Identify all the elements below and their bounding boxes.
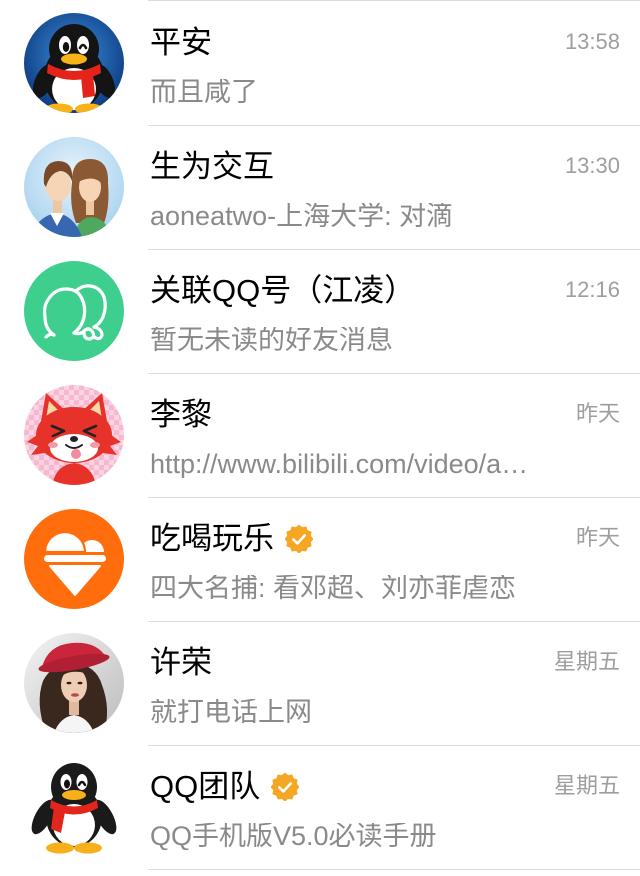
conversation-title: 生为交互: [150, 151, 274, 182]
contact-name: 吃喝玩乐: [150, 521, 274, 556]
message-preview: http://www.bilibili.com/video/a…: [150, 451, 529, 478]
message-preview: 暂无未读的好友消息: [150, 327, 393, 354]
linked-accounts-icon: [24, 261, 124, 361]
conversation-row[interactable]: 关联QQ号（江凌） 12:16 暂无未读的好友消息: [0, 250, 640, 374]
avatar[interactable]: [24, 261, 124, 361]
avatar[interactable]: [24, 757, 124, 857]
message-preview: 就打电话上网: [150, 699, 312, 726]
message-preview: 而且咸了: [150, 79, 258, 106]
conversation-list[interactable]: 平安 13:58 而且咸了 生为交互 13:30 aoneatwo-上海大学: …: [0, 2, 640, 870]
conversation-row[interactable]: 生为交互 13:30 aoneatwo-上海大学: 对滴: [0, 126, 640, 250]
message-time: 12:16: [564, 277, 620, 302]
avatar[interactable]: [24, 509, 124, 609]
conversation-row[interactable]: 吃喝玩乐 昨天 四大名捕: 看邓超、刘亦菲虐恋: [0, 498, 640, 622]
conversation-row[interactable]: 许荣 星期五 就打电话上网: [0, 622, 640, 746]
woman-red-hat-photo-icon: [24, 633, 124, 733]
qq-penguin-icon: [24, 757, 124, 857]
message-time: 星期五: [553, 649, 620, 674]
contact-name: 许荣: [150, 645, 212, 680]
ice-cream-icon: [24, 509, 124, 609]
contact-name: 平安: [150, 25, 212, 60]
verified-badge-icon: [285, 524, 313, 553]
avatar[interactable]: [24, 385, 124, 485]
verified-badge-icon: [271, 772, 300, 801]
conversation-title: 平安: [150, 27, 212, 58]
message-time: 昨天: [575, 525, 620, 550]
qq-penguin-icon: [24, 13, 124, 113]
contact-name: 李黎: [150, 397, 212, 432]
conversation-title: QQ团队: [150, 769, 300, 804]
conversation-title: 吃喝玩乐: [150, 523, 313, 554]
message-time: 昨天: [575, 401, 620, 426]
avatar[interactable]: [24, 13, 124, 113]
message-preview: 四大名捕: 看邓超、刘亦菲虐恋: [150, 575, 517, 602]
message-time: 13:30: [564, 153, 620, 178]
contact-name: QQ团队: [150, 769, 261, 804]
message-preview: QQ手机版V5.0必读手册: [150, 823, 437, 850]
conversation-row[interactable]: 平安 13:58 而且咸了: [0, 2, 640, 126]
conversation-row[interactable]: QQ团队 星期五 QQ手机版V5.0必读手册: [0, 746, 640, 870]
top-divider: [148, 0, 640, 1]
avatar[interactable]: [24, 633, 124, 733]
contact-name: 生为交互: [150, 149, 274, 184]
couple-illustration-icon: [24, 137, 124, 237]
red-fox-icon: [24, 385, 124, 485]
message-preview: aoneatwo-上海大学: 对滴: [150, 203, 454, 230]
message-time: 13:58: [564, 29, 620, 54]
contact-name: 关联QQ号（江凌）: [150, 273, 416, 308]
conversation-title: 关联QQ号（江凌）: [150, 275, 415, 306]
message-time: 星期五: [553, 773, 620, 798]
conversation-row[interactable]: 李黎 昨天 http://www.bilibili.com/video/a…: [0, 374, 640, 498]
conversation-title: 李黎: [150, 399, 212, 430]
conversation-title: 许荣: [150, 647, 212, 678]
avatar[interactable]: [24, 137, 124, 237]
